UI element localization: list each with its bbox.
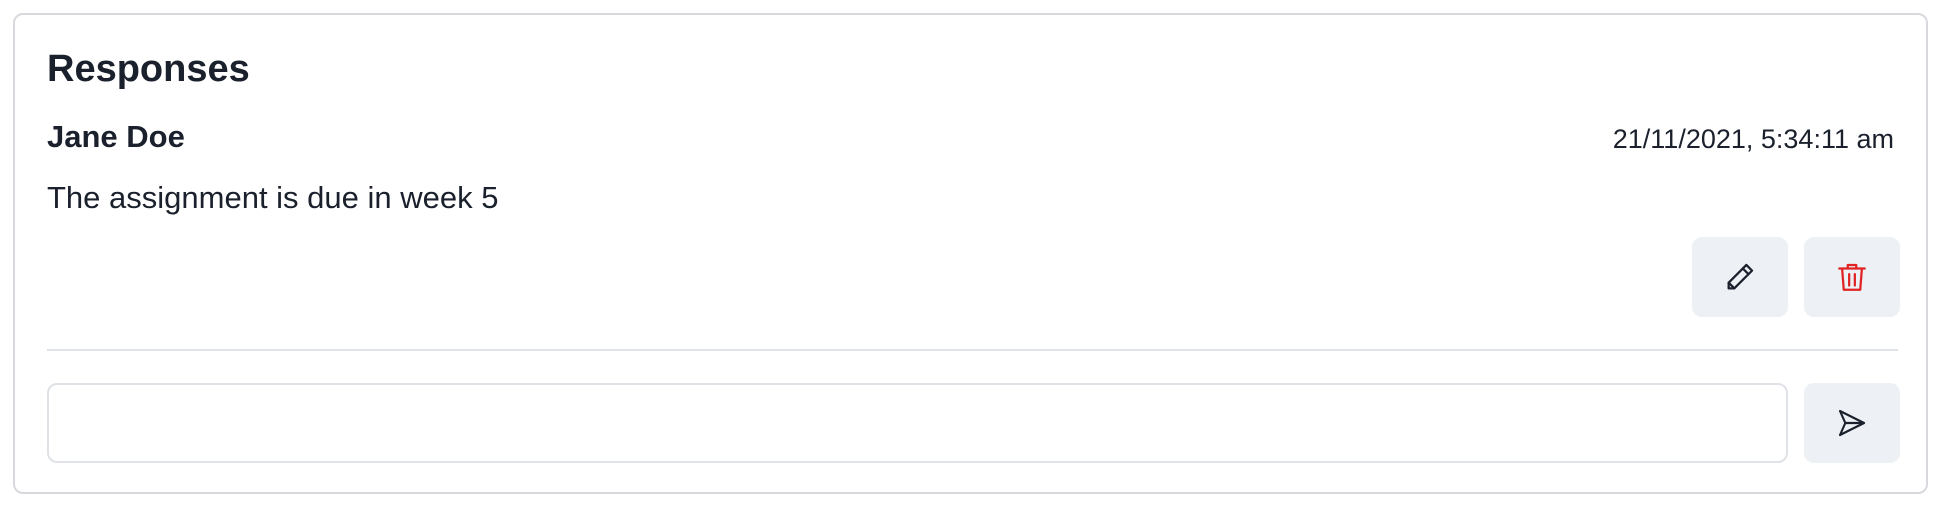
edit-response-button[interactable] [1692, 237, 1788, 317]
response-timestamp: 21/11/2021, 5:34:11 am [1612, 124, 1894, 154]
response-author: Jane Doe [47, 119, 185, 154]
divider [47, 349, 1898, 351]
delete-response-button[interactable] [1804, 237, 1900, 317]
pencil-icon [1723, 260, 1757, 294]
send-icon [1836, 407, 1868, 439]
trash-icon [1835, 260, 1869, 294]
section-title: Responses [47, 48, 250, 90]
reply-input[interactable] [47, 383, 1788, 463]
responses-card: Responses Jane Doe 21/11/2021, 5:34:11 a… [13, 13, 1928, 494]
send-reply-button[interactable] [1804, 383, 1900, 463]
response-message: The assignment is due in week 5 [47, 180, 499, 215]
